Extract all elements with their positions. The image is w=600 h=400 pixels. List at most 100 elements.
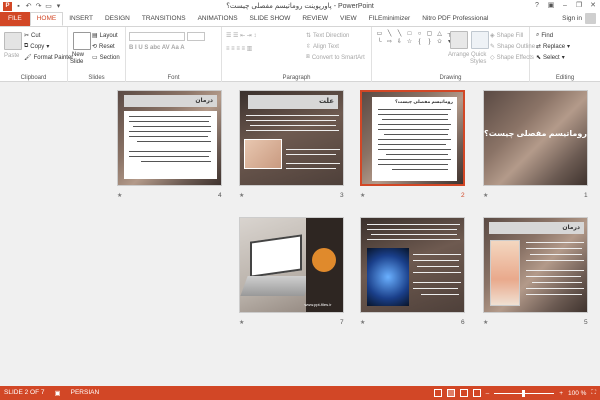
restore-button[interactable]: ❐ xyxy=(572,0,586,12)
zoom-slider-knob[interactable] xyxy=(522,389,526,397)
find-button[interactable]: ⌕ Find xyxy=(536,32,553,39)
shapes-gallery[interactable]: ▭╲╲□○▢△┐ └⇨⇩☆{}✩▾ xyxy=(375,31,454,46)
paste-icon[interactable] xyxy=(4,32,22,50)
zoom-slider[interactable] xyxy=(494,389,555,397)
text-line xyxy=(286,149,340,150)
ribbon-options-button[interactable]: ▣ xyxy=(544,0,558,12)
slide-sorter-view-icon[interactable] xyxy=(446,389,455,397)
new-slide-icon[interactable] xyxy=(73,32,91,50)
shape-star2-icon[interactable]: ✩ xyxy=(435,39,444,46)
minimize-button[interactable]: – xyxy=(558,0,572,12)
tab-review[interactable]: REVIEW xyxy=(296,12,334,26)
text-direction-button[interactable]: ⇅ Text Direction xyxy=(306,32,349,40)
shape-star-icon[interactable]: ☆ xyxy=(405,39,414,46)
shape-effects-button[interactable]: ◇ Shape Effects xyxy=(490,54,534,62)
zoom-level[interactable]: 100 % xyxy=(568,390,586,397)
align-text-button[interactable]: ⇳ Align Text xyxy=(306,43,339,51)
window-controls: ? ▣ – ❐ ✕ xyxy=(530,0,600,12)
magnifier-icon: ⌕ xyxy=(536,32,540,38)
slide-thumbnail-1[interactable]: روماتیسم مفصلی چیست؟ xyxy=(483,90,588,186)
tab-nitro-pdf[interactable]: Nitro PDF Professional xyxy=(416,12,494,26)
slide-thumbnail-2[interactable]: روماتیسم مفصلی چیست؟ xyxy=(360,90,465,186)
replace-button[interactable]: ⇄ Replace ▾ xyxy=(536,43,570,51)
sign-in-link[interactable]: Sign in xyxy=(562,15,582,22)
slide-thumbnail-3[interactable]: علت xyxy=(239,90,344,186)
tab-transitions[interactable]: TRANSITIONS xyxy=(136,12,192,26)
tab-animations[interactable]: ANIMATIONS xyxy=(192,12,244,26)
fit-to-window-icon[interactable]: ⛶ xyxy=(591,389,596,397)
section-button[interactable]: ▭ Section xyxy=(92,54,120,62)
slide-number-7: 7 xyxy=(340,319,344,326)
slide-thumbnail-5[interactable]: درمان xyxy=(483,217,588,313)
editing-label: Editing xyxy=(555,75,575,81)
arrange-icon[interactable] xyxy=(450,31,468,49)
shape-line2-icon[interactable]: ╲ xyxy=(395,31,404,38)
slide-thumbnail-6[interactable] xyxy=(360,217,465,313)
tab-home[interactable]: HOME xyxy=(29,12,64,26)
close-button[interactable]: ✕ xyxy=(586,0,600,12)
help-button[interactable]: ? xyxy=(530,0,544,12)
transition-star-icon: ★ xyxy=(239,320,245,326)
shape-arrow-down-icon[interactable]: ⇩ xyxy=(395,39,404,46)
format-painter-button[interactable]: 🖌 Format Painter xyxy=(24,54,73,62)
copy-button[interactable]: ⧉ Copy ▾ xyxy=(24,43,49,50)
slide-number-3: 3 xyxy=(340,192,344,199)
shape-brace-icon[interactable]: { xyxy=(415,39,424,46)
reading-view-icon[interactable] xyxy=(459,389,468,397)
new-slide-label[interactable]: New xyxy=(72,52,84,58)
arrange-button[interactable]: Arrange xyxy=(448,52,469,58)
shape-rect-icon[interactable]: □ xyxy=(405,31,414,38)
shape-rounded-icon[interactable]: ▢ xyxy=(425,31,434,38)
user-avatar[interactable] xyxy=(585,13,596,24)
laptop-keyboard xyxy=(240,276,312,296)
spellcheck-icon[interactable]: ▣ xyxy=(54,389,60,397)
shape-fill-button[interactable]: ◈ Shape Fill xyxy=(490,32,523,40)
slide-show-view-icon[interactable] xyxy=(472,389,481,397)
zoom-in-icon[interactable]: + xyxy=(559,390,563,397)
tab-view[interactable]: VIEW xyxy=(334,12,363,26)
tab-file[interactable]: FILE xyxy=(0,12,30,26)
slides-label: Slides xyxy=(88,75,105,81)
new-slide-label2[interactable]: Slide xyxy=(70,59,83,65)
transition-star-icon: ★ xyxy=(360,193,366,199)
font-format-buttons[interactable]: B I U S abc AV Aa A xyxy=(129,45,185,51)
shape-triangle-icon[interactable]: △ xyxy=(435,31,444,38)
shape-arrow-right-icon[interactable]: ⇨ xyxy=(385,39,394,46)
language-indicator[interactable]: PERSIAN xyxy=(71,389,100,397)
zoom-out-icon[interactable]: – xyxy=(486,390,490,397)
normal-view-icon[interactable] xyxy=(433,389,442,397)
paragraph-label: Paragraph xyxy=(282,75,311,81)
shape-textbox-icon[interactable]: ▭ xyxy=(375,31,384,38)
select-button[interactable]: ⬉ Select ▾ xyxy=(536,54,565,62)
text-direction-icon: ⇅ xyxy=(306,33,312,39)
slide-2-text-panel: روماتیسم مفصلی چیست؟ xyxy=(372,97,457,181)
convert-smartart-button[interactable]: ⧈ Convert to SmartArt xyxy=(306,54,365,61)
chevron-down-icon: ▾ xyxy=(46,44,50,50)
paste-button[interactable]: Paste xyxy=(4,53,19,59)
tab-slide-show[interactable]: SLIDE SHOW xyxy=(244,12,297,26)
font-name-combo[interactable] xyxy=(129,32,185,41)
layout-button[interactable]: ▤ Layout xyxy=(92,32,118,40)
shape-brace2-icon[interactable]: } xyxy=(425,39,434,46)
slide-thumbnail-7[interactable]: www.ppt-files.ir xyxy=(239,217,344,313)
align-buttons[interactable]: ≡ ≡ ≡ ≡ ▥ xyxy=(226,45,252,52)
shape-elbow2-icon[interactable]: └ xyxy=(375,39,384,46)
shape-oval-icon[interactable]: ○ xyxy=(415,31,424,38)
cut-button[interactable]: ✂ Cut xyxy=(24,32,40,40)
list-buttons[interactable]: ☰ ☰ ⇤ ⇥ ↕ xyxy=(226,32,256,39)
knee-joint-image xyxy=(490,240,520,306)
quick-styles-label2[interactable]: Styles xyxy=(470,59,486,65)
font-size-combo[interactable] xyxy=(187,32,205,41)
quick-styles-label[interactable]: Quick xyxy=(471,52,486,58)
tab-insert[interactable]: INSERT xyxy=(63,12,99,26)
slide-thumbnail-4[interactable]: درمان xyxy=(117,90,222,186)
tab-design[interactable]: DESIGN xyxy=(99,12,136,26)
text-line xyxy=(367,239,460,240)
shape-outline-button[interactable]: ✎ Shape Outline xyxy=(490,43,535,51)
shape-line-icon[interactable]: ╲ xyxy=(385,31,394,38)
quick-styles-icon[interactable] xyxy=(471,31,489,49)
reset-button[interactable]: ⟲ Reset xyxy=(92,43,115,51)
scissors-icon: ✂ xyxy=(24,33,30,39)
tab-fileminimizer[interactable]: FILEminimizer xyxy=(363,12,417,26)
reset-icon: ⟲ xyxy=(92,44,98,50)
